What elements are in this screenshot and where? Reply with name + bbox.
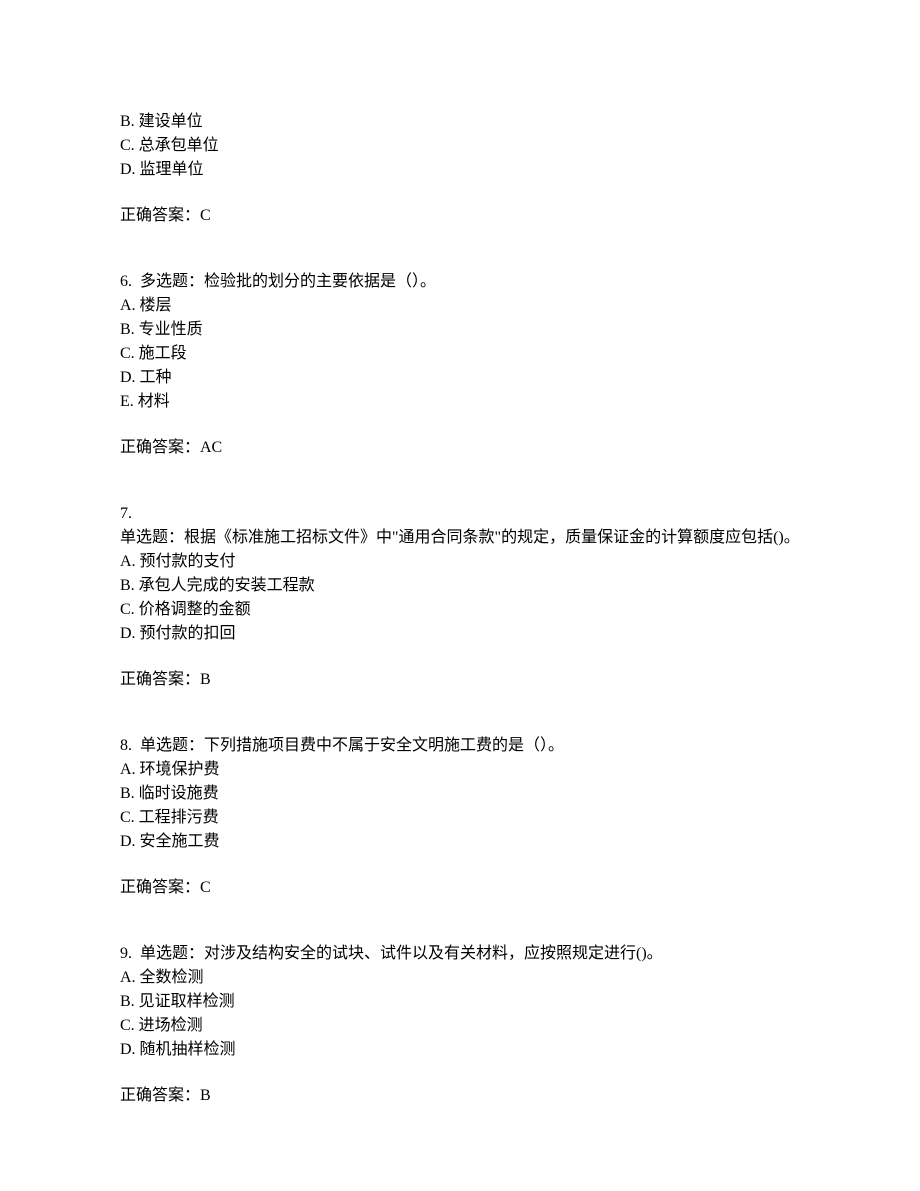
- option-c: C. 总承包单位: [120, 134, 800, 158]
- correct-answer: 正确答案：AC: [120, 436, 800, 460]
- option-a: A. 环境保护费: [120, 758, 800, 782]
- question-prompt: 6. 多选题：检验批的划分的主要依据是（）。: [120, 270, 800, 294]
- option-b: B. 见证取样检测: [120, 990, 800, 1014]
- option-b: B. 建设单位: [120, 110, 800, 134]
- question-prompt: 单选题：根据《标准施工招标文件》中"通用合同条款"的规定，质量保证金的计算额度应…: [120, 526, 800, 550]
- question-5-remainder: B. 建设单位 C. 总承包单位 D. 监理单位 正确答案：C: [120, 110, 800, 228]
- option-d: D. 安全施工费: [120, 830, 800, 854]
- option-e: E. 材料: [120, 390, 800, 414]
- option-a: A. 楼层: [120, 294, 800, 318]
- question-9: 9. 单选题：对涉及结构安全的试块、试件以及有关材料，应按照规定进行()。 A.…: [120, 942, 800, 1108]
- option-c: C. 价格调整的金额: [120, 598, 800, 622]
- option-b: B. 临时设施费: [120, 782, 800, 806]
- option-d: D. 工种: [120, 366, 800, 390]
- question-6: 6. 多选题：检验批的划分的主要依据是（）。 A. 楼层 B. 专业性质 C. …: [120, 270, 800, 460]
- option-a: A. 全数检测: [120, 966, 800, 990]
- question-7: 7. 单选题：根据《标准施工招标文件》中"通用合同条款"的规定，质量保证金的计算…: [120, 502, 800, 692]
- correct-answer: 正确答案：C: [120, 204, 800, 228]
- correct-answer: 正确答案：B: [120, 1084, 800, 1108]
- question-8: 8. 单选题：下列措施项目费中不属于安全文明施工费的是（）。 A. 环境保护费 …: [120, 734, 800, 900]
- option-c: C. 进场检测: [120, 1014, 800, 1038]
- option-d: D. 预付款的扣回: [120, 622, 800, 646]
- option-b: B. 专业性质: [120, 318, 800, 342]
- option-a: A. 预付款的支付: [120, 550, 800, 574]
- correct-answer: 正确答案：C: [120, 876, 800, 900]
- correct-answer: 正确答案：B: [120, 668, 800, 692]
- option-d: D. 随机抽样检测: [120, 1038, 800, 1062]
- question-prompt: 9. 单选题：对涉及结构安全的试块、试件以及有关材料，应按照规定进行()。: [120, 942, 800, 966]
- option-c: C. 施工段: [120, 342, 800, 366]
- question-number: 7.: [120, 502, 800, 526]
- option-c: C. 工程排污费: [120, 806, 800, 830]
- option-d: D. 监理单位: [120, 158, 800, 182]
- question-prompt: 8. 单选题：下列措施项目费中不属于安全文明施工费的是（）。: [120, 734, 800, 758]
- option-b: B. 承包人完成的安装工程款: [120, 574, 800, 598]
